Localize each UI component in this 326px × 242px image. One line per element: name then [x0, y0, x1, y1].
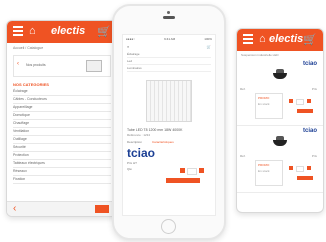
- category-item[interactable]: Câbles - Conducteurs: [13, 96, 111, 104]
- ref-label: Réf.: [240, 87, 246, 91]
- brand-logo: tciao: [302, 61, 317, 67]
- stock-status: En stock: [258, 102, 270, 106]
- promo-banner[interactable]: ‹ Nos produits: [13, 55, 111, 77]
- minus-button[interactable]: [289, 166, 293, 170]
- category-item[interactable]: Réseaux: [13, 168, 111, 176]
- plus-button[interactable]: [307, 99, 311, 103]
- add-to-cart-button[interactable]: [297, 176, 313, 180]
- quantity-field[interactable]: [296, 99, 304, 105]
- offer-box: PROMO En stock: [255, 93, 283, 119]
- cart-icon[interactable]: 🛒: [97, 25, 111, 38]
- quantity-field[interactable]: [187, 168, 197, 175]
- filter-row[interactable]: Éclairage: [127, 51, 211, 58]
- lamp-image: [273, 136, 287, 146]
- category-item[interactable]: Chauffage: [13, 120, 111, 128]
- product-thumbnail: [86, 60, 102, 72]
- left-phone-screen: ⌂ electis 🛒 Accueil / Catalogue ‹ Nos pr…: [6, 20, 118, 217]
- ref-label: Réf.: [240, 154, 246, 158]
- price-label: Prix: [311, 87, 317, 91]
- bottom-bar: ‹: [7, 201, 117, 216]
- brand-logo: tciao: [302, 128, 317, 134]
- camera-dot: [167, 11, 170, 14]
- category-list: Éclairage Câbles - Conducteurs Appareill…: [7, 88, 117, 184]
- menu-icon[interactable]: ≡: [127, 45, 129, 49]
- product-card[interactable]: tciao Réf. Prix PROMO En stock: [237, 59, 323, 126]
- page-subtitle: Suspension industrielle LED: [241, 53, 279, 57]
- section-title: NOS CATEGORIES: [13, 82, 49, 87]
- category-item[interactable]: Ventilation: [13, 128, 111, 136]
- offer-title: PROMO: [258, 96, 270, 100]
- product-tabs: Description Caractéristiques: [123, 138, 215, 146]
- offer-box: PROMO En stock: [255, 160, 283, 186]
- category-item[interactable]: Fixation: [13, 176, 111, 184]
- quantity-stepper[interactable]: [289, 99, 311, 105]
- middle-phone-device: ●●●●○ 9:41 AM 100% ≡ 🛒 Éclairage Led Lum…: [112, 4, 226, 240]
- product-card[interactable]: tciao Réf. Prix PROMO En stock: [237, 126, 323, 193]
- app-header: ⌂ electis 🛒: [7, 21, 117, 43]
- price-label: Prix: [311, 154, 317, 158]
- category-item[interactable]: Outillage: [13, 136, 111, 144]
- plus-button[interactable]: [199, 168, 204, 173]
- add-to-cart-button[interactable]: [166, 178, 200, 183]
- plus-button[interactable]: [307, 166, 311, 170]
- tab-description[interactable]: Description: [127, 140, 142, 144]
- promo-title: Nos produits: [26, 63, 46, 67]
- category-item[interactable]: Tableaux électriques: [13, 160, 111, 168]
- category-item[interactable]: Sécurité: [13, 144, 111, 152]
- category-item[interactable]: Éclairage: [13, 88, 111, 96]
- menu-icon[interactable]: [243, 34, 253, 45]
- back-icon[interactable]: ‹: [13, 203, 16, 214]
- quantity-stepper[interactable]: [180, 168, 204, 175]
- cart-icon[interactable]: 🛒: [207, 45, 211, 49]
- product-image: [146, 80, 192, 122]
- quantity-field[interactable]: [296, 166, 304, 172]
- quantity-stepper[interactable]: [289, 166, 311, 172]
- home-button[interactable]: [161, 219, 176, 234]
- tab-specs[interactable]: Caractéristiques: [152, 140, 174, 144]
- chevron-left-icon[interactable]: ‹: [17, 61, 19, 67]
- clock: 9:41 AM: [164, 37, 176, 41]
- home-icon[interactable]: ⌂: [259, 33, 266, 45]
- lamp-image: [273, 69, 287, 79]
- minus-button[interactable]: [180, 168, 185, 173]
- top-nav: ≡ 🛒: [123, 43, 215, 51]
- minus-button[interactable]: [289, 99, 293, 103]
- cart-icon[interactable]: 🛒: [303, 33, 317, 46]
- status-bar: ●●●●○ 9:41 AM 100%: [123, 35, 215, 43]
- signal-icon: ●●●●○: [126, 37, 136, 41]
- filter-row[interactable]: Led: [127, 58, 211, 65]
- brand-logo: tciao: [127, 146, 156, 160]
- stock-status: En stock: [258, 169, 270, 173]
- app-logo[interactable]: electis: [269, 33, 303, 45]
- middle-phone-screen: ●●●●○ 9:41 AM 100% ≡ 🛒 Éclairage Led Lum…: [122, 34, 216, 216]
- battery-icon: 100%: [204, 37, 212, 41]
- action-button[interactable]: [95, 205, 109, 213]
- right-phone-screen: ⌂ electis 🛒 Suspension industrielle LED …: [236, 28, 324, 213]
- filter-row[interactable]: Luminaires: [127, 65, 211, 72]
- speaker-slot: [163, 16, 175, 19]
- breadcrumb: Accueil / Catalogue: [13, 46, 44, 50]
- app-header: ⌂ electis 🛒: [237, 29, 323, 51]
- add-to-cart-button[interactable]: [297, 109, 313, 113]
- category-item[interactable]: Domotique: [13, 112, 111, 120]
- category-item[interactable]: Appareillage: [13, 104, 111, 112]
- category-item[interactable]: Protection: [13, 152, 111, 160]
- home-icon[interactable]: ⌂: [29, 25, 36, 37]
- app-logo[interactable]: electis: [51, 25, 85, 37]
- menu-icon[interactable]: [13, 26, 23, 37]
- offer-title: PROMO: [258, 163, 270, 167]
